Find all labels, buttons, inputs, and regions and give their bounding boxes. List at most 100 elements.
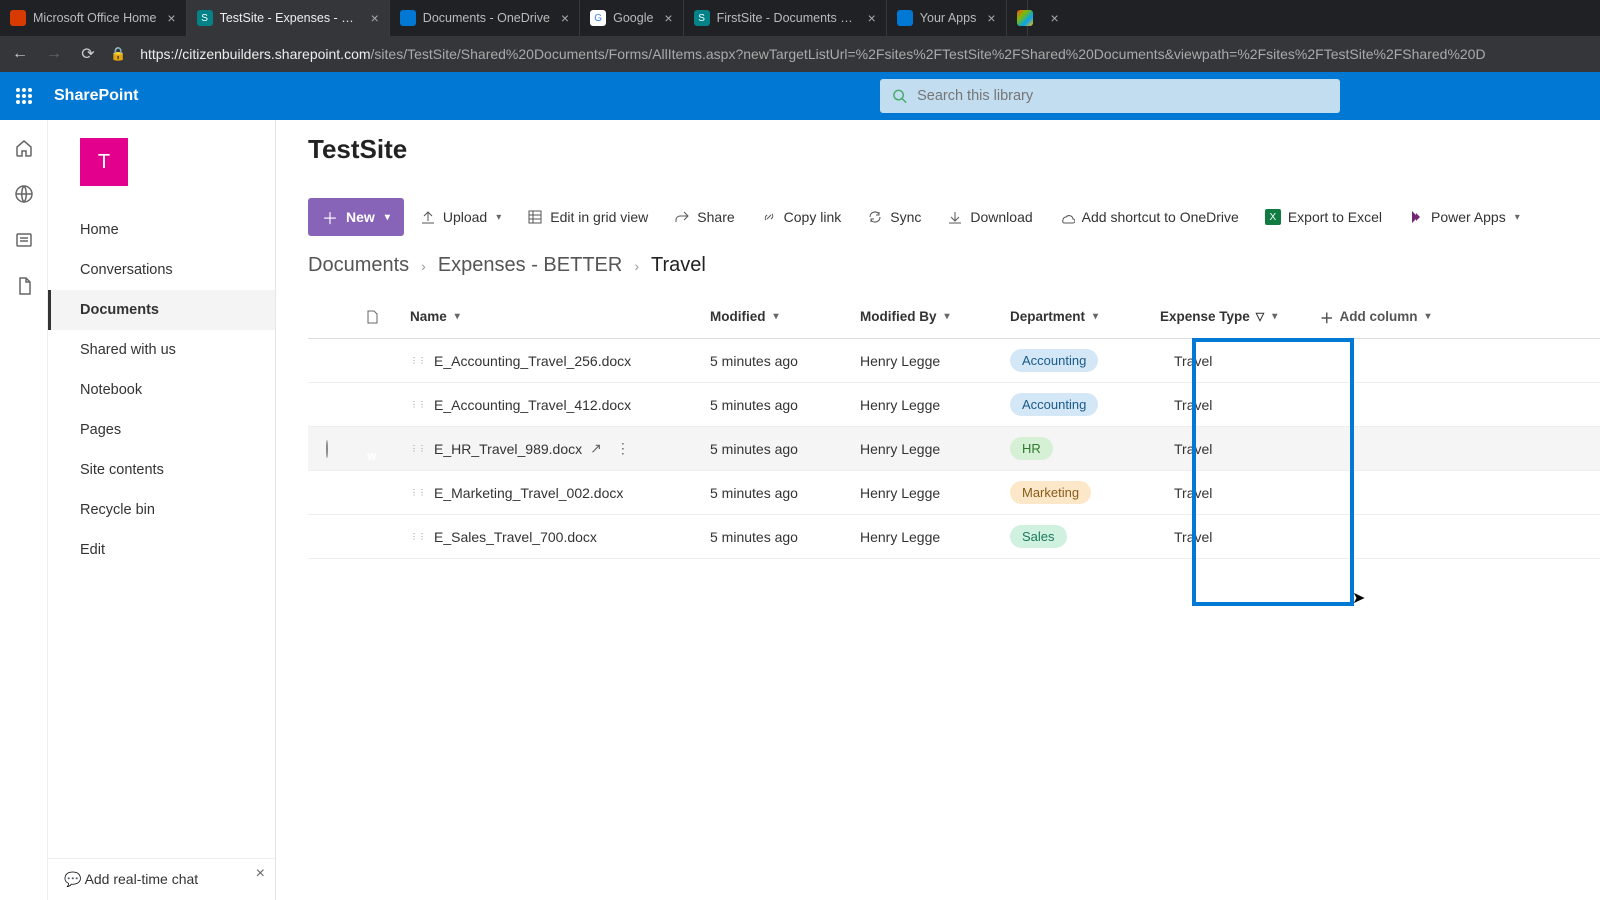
site-logo[interactable]: T — [80, 138, 128, 186]
tab-title: Documents - OneDrive — [423, 11, 550, 25]
breadcrumb-item[interactable]: Expenses - BETTER — [438, 254, 623, 277]
cell-expensetype: Travel — [1160, 441, 1320, 457]
powerapps-icon — [1408, 209, 1424, 225]
chevron-down-icon: ▾ — [774, 311, 779, 322]
app-launcher[interactable] — [0, 72, 48, 120]
powerapps-button[interactable]: Power Apps▾ — [1398, 203, 1530, 231]
onedrive-favicon — [400, 10, 416, 26]
grid-icon — [527, 209, 543, 225]
cell-modified: 5 minutes ago — [710, 441, 860, 457]
row-selector[interactable] — [326, 440, 328, 458]
document-list: Name▾ Modified▾ Modified By▾ Department▾… — [276, 295, 1600, 559]
chq-right-icon: › — [421, 258, 426, 274]
file-name[interactable]: E_Sales_Travel_700.docx — [434, 529, 597, 545]
filter-icon: ▽ — [1256, 310, 1264, 323]
file-name[interactable]: E_Marketing_Travel_002.docx — [434, 485, 623, 501]
browser-tab[interactable]: G Google × — [580, 0, 684, 36]
copylink-button[interactable]: Copy link — [751, 203, 852, 231]
department-pill: Sales — [1010, 525, 1067, 548]
reload-button[interactable]: ⟳ — [76, 44, 100, 64]
forward-button[interactable]: → — [42, 45, 66, 63]
close-icon[interactable]: × — [868, 10, 876, 26]
nav-shared[interactable]: Shared with us — [48, 330, 275, 370]
shortcut-button[interactable]: Add shortcut to OneDrive — [1049, 203, 1249, 231]
share-button[interactable]: Share — [664, 203, 744, 231]
chat-promo[interactable]: 💬 Add real-time chat × — [48, 858, 275, 900]
news-icon[interactable] — [14, 230, 34, 250]
browser-tab[interactable]: S FirstSite - Documents - All × — [684, 0, 887, 36]
file-name[interactable]: E_Accounting_Travel_256.docx — [434, 353, 631, 369]
column-modified[interactable]: Modified▾ — [710, 309, 860, 324]
browser-tab[interactable]: S TestSite - Expenses - BETTE × — [187, 0, 390, 36]
browser-tab[interactable]: Documents - OneDrive × — [390, 0, 580, 36]
site-title[interactable]: TestSite — [308, 134, 407, 164]
address-bar: ← → ⟳ 🔒 https://citizenbuilders.sharepoi… — [0, 36, 1600, 72]
chevron-right-icon: › — [634, 258, 639, 274]
chevron-down-icon: ▾ — [496, 212, 501, 223]
column-expensetype[interactable]: Expense Type ▽▾ — [1160, 309, 1320, 324]
download-button[interactable]: Download — [937, 203, 1042, 231]
url-text[interactable]: https://citizenbuilders.sharepoint.com/s… — [140, 46, 1485, 62]
search-box[interactable] — [880, 79, 1340, 113]
cell-modifiedby: Henry Legge — [860, 441, 1010, 457]
chevron-down-icon: ▾ — [385, 212, 390, 223]
close-icon[interactable]: × — [167, 10, 175, 26]
cell-modified: 5 minutes ago — [710, 529, 860, 545]
new-indicator-icon: ⋮⋮ — [410, 444, 426, 453]
browser-tab[interactable]: My Account × — [1007, 0, 1028, 36]
excel-icon: X — [1265, 209, 1281, 225]
suite-product-name[interactable]: SharePoint — [54, 87, 138, 105]
table-row[interactable]: ⋮⋮E_Marketing_Travel_002.docx5 minutes a… — [308, 471, 1600, 515]
nav-notebook[interactable]: Notebook — [48, 370, 275, 410]
file-name[interactable]: E_HR_Travel_989.docx — [434, 441, 582, 457]
department-pill: Accounting — [1010, 349, 1098, 372]
column-doctype[interactable] — [364, 309, 410, 325]
chevron-down-icon: ▾ — [1426, 311, 1431, 322]
onedrive-icon — [1059, 209, 1075, 225]
upload-button[interactable]: Upload▾ — [410, 203, 511, 231]
file-icon — [364, 309, 380, 325]
close-icon[interactable]: × — [987, 10, 995, 26]
nav-sitecontents[interactable]: Site contents — [48, 450, 275, 490]
table-row[interactable]: ⋮⋮E_Accounting_Travel_256.docx5 minutes … — [308, 339, 1600, 383]
table-row[interactable]: ⋮⋮E_Accounting_Travel_412.docx5 minutes … — [308, 383, 1600, 427]
column-modifiedby[interactable]: Modified By▾ — [860, 309, 1010, 324]
nav-home[interactable]: Home — [48, 210, 275, 250]
new-indicator-icon: ⋮⋮ — [410, 488, 426, 497]
main-content: TestSite ＋New▾ Upload▾ Edit in grid view… — [276, 120, 1600, 900]
search-input[interactable] — [917, 88, 1328, 104]
nav-edit[interactable]: Edit — [48, 530, 275, 570]
close-icon[interactable]: × — [664, 10, 672, 26]
table-row[interactable]: ⋮⋮ E_HR_Travel_989.docx ↗ ⋮ 5 minutes agoHen… — [308, 427, 1600, 471]
table-row[interactable]: ⋮⋮E_Sales_Travel_700.docx5 minutes agoHe… — [308, 515, 1600, 559]
share-icon[interactable]: ↗ — [590, 440, 602, 457]
cell-modifiedby: Henry Legge — [860, 397, 1010, 413]
home-icon[interactable] — [14, 138, 34, 158]
nav-pages[interactable]: Pages — [48, 410, 275, 450]
edit-grid-button[interactable]: Edit in grid view — [517, 203, 658, 231]
browser-tab[interactable]: Microsoft Office Home × — [0, 0, 187, 36]
nav-recyclebin[interactable]: Recycle bin — [48, 490, 275, 530]
add-column-button[interactable]: ＋ Add column ▾ — [1320, 307, 1460, 327]
breadcrumb-current: Travel — [651, 254, 706, 277]
globe-icon[interactable] — [14, 184, 34, 204]
export-button[interactable]: XExport to Excel — [1255, 203, 1392, 231]
tab-title: Your Apps — [920, 11, 977, 25]
browser-tab[interactable]: Your Apps × — [887, 0, 1007, 36]
close-icon[interactable]: × — [371, 10, 379, 26]
office-favicon — [10, 10, 26, 26]
column-name[interactable]: Name▾ — [410, 309, 710, 324]
file-name[interactable]: E_Accounting_Travel_412.docx — [434, 397, 631, 413]
sync-button[interactable]: Sync — [857, 203, 931, 231]
share-icon — [674, 209, 690, 225]
breadcrumb-item[interactable]: Documents — [308, 254, 409, 277]
close-icon[interactable]: × — [256, 865, 265, 883]
nav-conversations[interactable]: Conversations — [48, 250, 275, 290]
files-icon[interactable] — [14, 276, 34, 296]
more-icon[interactable]: ⋮ — [616, 440, 630, 457]
column-department[interactable]: Department▾ — [1010, 309, 1160, 324]
close-icon[interactable]: × — [561, 10, 569, 26]
new-button[interactable]: ＋New▾ — [308, 198, 404, 236]
back-button[interactable]: ← — [8, 45, 32, 63]
nav-documents[interactable]: Documents — [48, 290, 275, 330]
